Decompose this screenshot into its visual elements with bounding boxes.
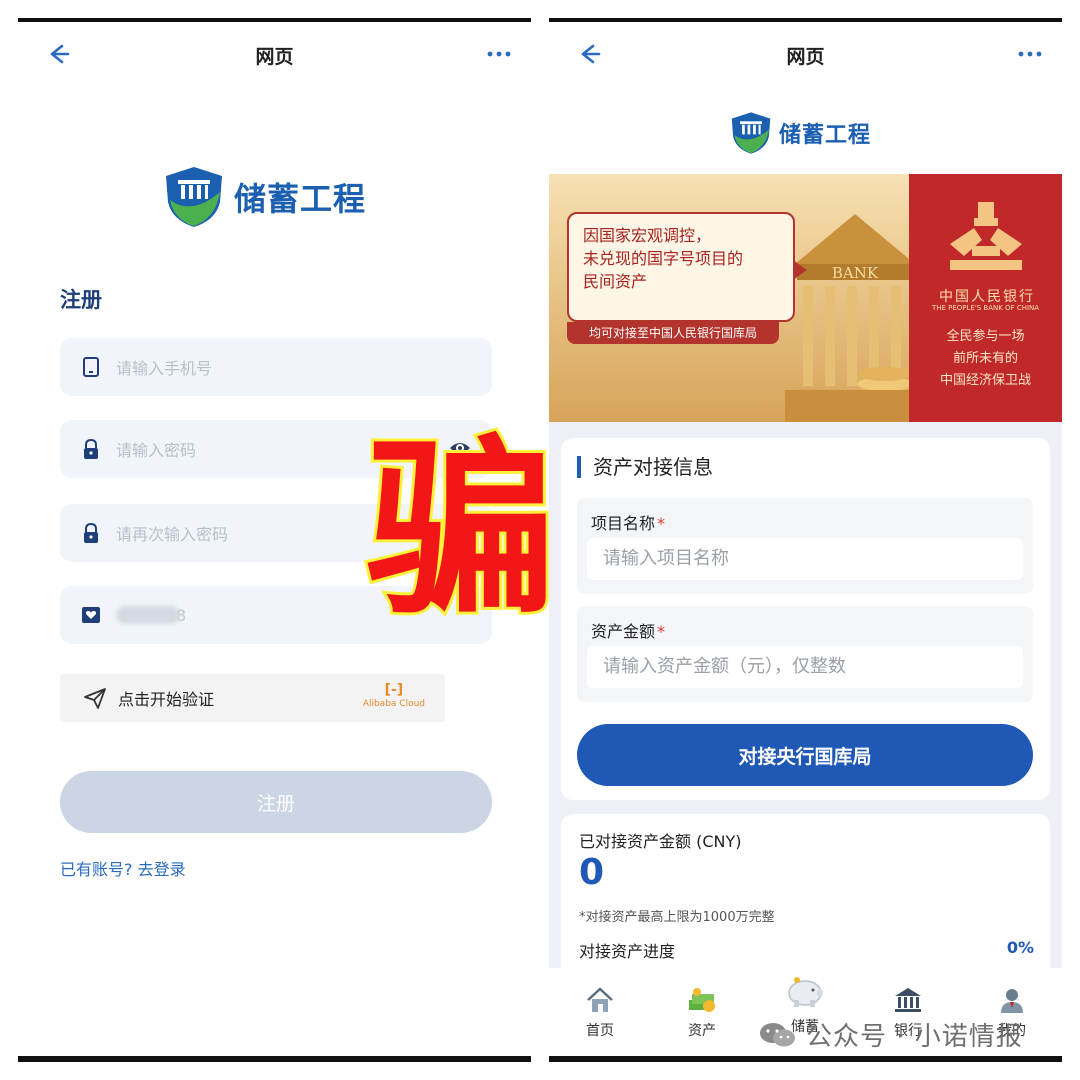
asset-page: 网页 储蓄工程 BANK 因国家宏观调控， 未兑现的国字号项目的 民间资产 均可… (549, 18, 1062, 1062)
tab-home[interactable]: 首页 (565, 986, 635, 1040)
home-icon (587, 987, 613, 1012)
phone-input[interactable]: 请输入手机号 (60, 338, 492, 396)
bubble-line-2: 未兑现的国字号项目的 (583, 249, 744, 268)
alibaba-cloud-logo: [-] Alibaba Cloud (362, 682, 425, 709)
asset-amount-label: 资产金额 * (591, 622, 666, 641)
nav-bar: 网页 (18, 22, 531, 88)
lock-icon (84, 522, 98, 543)
logo-text: 储蓄工程 (779, 123, 872, 148)
nav-title: 网页 (255, 46, 294, 68)
progress-percent: 0% (1006, 938, 1034, 957)
asset-amount-group: 资产金额 * 请输入资产金额（元），仅整数 (577, 606, 1033, 702)
speech-bubble: 因国家宏观调控， 未兑现的国字号项目的 民间资产 (567, 212, 807, 322)
pboc-name-cn: 中国人民银行 (939, 289, 1035, 305)
logo: 储蓄工程 (162, 164, 366, 230)
promo-banner[interactable]: BANK 因国家宏观调控， 未兑现的国字号项目的 民间资产 均可对接至中国人民银… (549, 174, 1062, 422)
wechat-icon (760, 1022, 795, 1046)
tab-assets[interactable]: 资产 (667, 986, 737, 1040)
connected-amount-value: 0 (579, 852, 605, 893)
money-stack-icon (689, 988, 715, 1012)
section-title: 资产对接信息 (577, 456, 713, 478)
register-button[interactable]: 注册 (60, 771, 492, 833)
slogan-line-1: 全民参与一场 (946, 329, 1025, 344)
logo: 储蓄工程 (729, 110, 871, 156)
nav-title: 网页 (786, 46, 825, 68)
blurred-code (116, 606, 180, 624)
asset-amount-input[interactable]: 请输入资产金额（元），仅整数 (587, 646, 1023, 688)
bank-icon (895, 988, 921, 1012)
captcha-verify-button[interactable]: 点击开始验证 [-] Alibaba Cloud (60, 674, 445, 722)
logo-text: 储蓄工程 (234, 180, 367, 218)
nav-bar: 网页 (549, 22, 1062, 88)
verify-label: 点击开始验证 (118, 690, 215, 709)
more-icon[interactable] (1016, 40, 1044, 68)
connected-amount-label: 已对接资产金额 (CNY) (579, 832, 742, 851)
limit-note: *对接资产最高上限为1000万完整 (579, 910, 775, 925)
bubble-tip (793, 260, 807, 280)
project-name-input[interactable]: 请输入项目名称 (587, 538, 1023, 580)
screenshot-stage: 网页 储蓄工程 注册 请输入手机号 请输入密码 请再次输入密码 8 点击开始验证… (0, 0, 1080, 1080)
more-icon[interactable] (485, 40, 513, 68)
banner-subtitle: 均可对接至中国人民银行国库局 (567, 322, 779, 344)
shield-logo-icon (731, 112, 771, 154)
send-arrow-icon (84, 688, 106, 709)
bank-sign: BANK (832, 264, 879, 282)
user-icon (1001, 989, 1023, 1013)
phone-icon (83, 357, 99, 377)
watermark: 公众号 · 小诺情报 (758, 1016, 1023, 1053)
lock-icon (84, 438, 98, 459)
invite-badge-icon (82, 607, 100, 623)
watermark-text: 公众号 · 小诺情报 (806, 1022, 1023, 1052)
scam-warning-overlay: 骗 (363, 417, 559, 643)
login-link[interactable]: 已有账号? 去登录 (60, 856, 186, 880)
progress-label: 对接资产进度 (579, 942, 676, 961)
asset-form-card: 资产对接信息 项目名称 * 请输入项目名称 资产金额 * 请输入资产金额（元），仅整… (561, 438, 1050, 800)
phone-placeholder: 请输入手机号 (116, 359, 213, 378)
project-name-group: 项目名称 * 请输入项目名称 (577, 498, 1033, 594)
pboc-emblem-icon (950, 202, 1022, 270)
pboc-name-en: THE PEOPLE'S BANK OF CHINA (931, 304, 1040, 312)
bubble-line-3: 民间资产 (583, 272, 648, 291)
bank-building-image: BANK (785, 214, 925, 422)
connect-treasury-button[interactable]: 对接央行国库局 (577, 724, 1033, 786)
piggy-bank-icon (788, 977, 823, 1007)
connected-summary-card: 已对接资产金额 (CNY) 0 *对接资产最高上限为1000万完整 对接资产进度… (561, 814, 1050, 994)
register-title: 注册 (60, 288, 102, 312)
password-placeholder: 请输入密码 (116, 441, 197, 460)
slogan-line-2: 前所未有的 (952, 351, 1018, 366)
bubble-line-1: 因国家宏观调控， (583, 226, 712, 245)
project-name-label: 项目名称 * (591, 514, 666, 533)
bottom-divider (18, 1056, 531, 1062)
slogan-line-3: 中国经济保卫战 (939, 373, 1031, 388)
pboc-slogan: 全民参与一场 前所未有的 中国经济保卫战 (909, 326, 1062, 392)
shield-logo-icon (166, 167, 222, 227)
bottom-divider (549, 1056, 1062, 1062)
confirm-password-placeholder: 请再次输入密码 (116, 525, 229, 544)
